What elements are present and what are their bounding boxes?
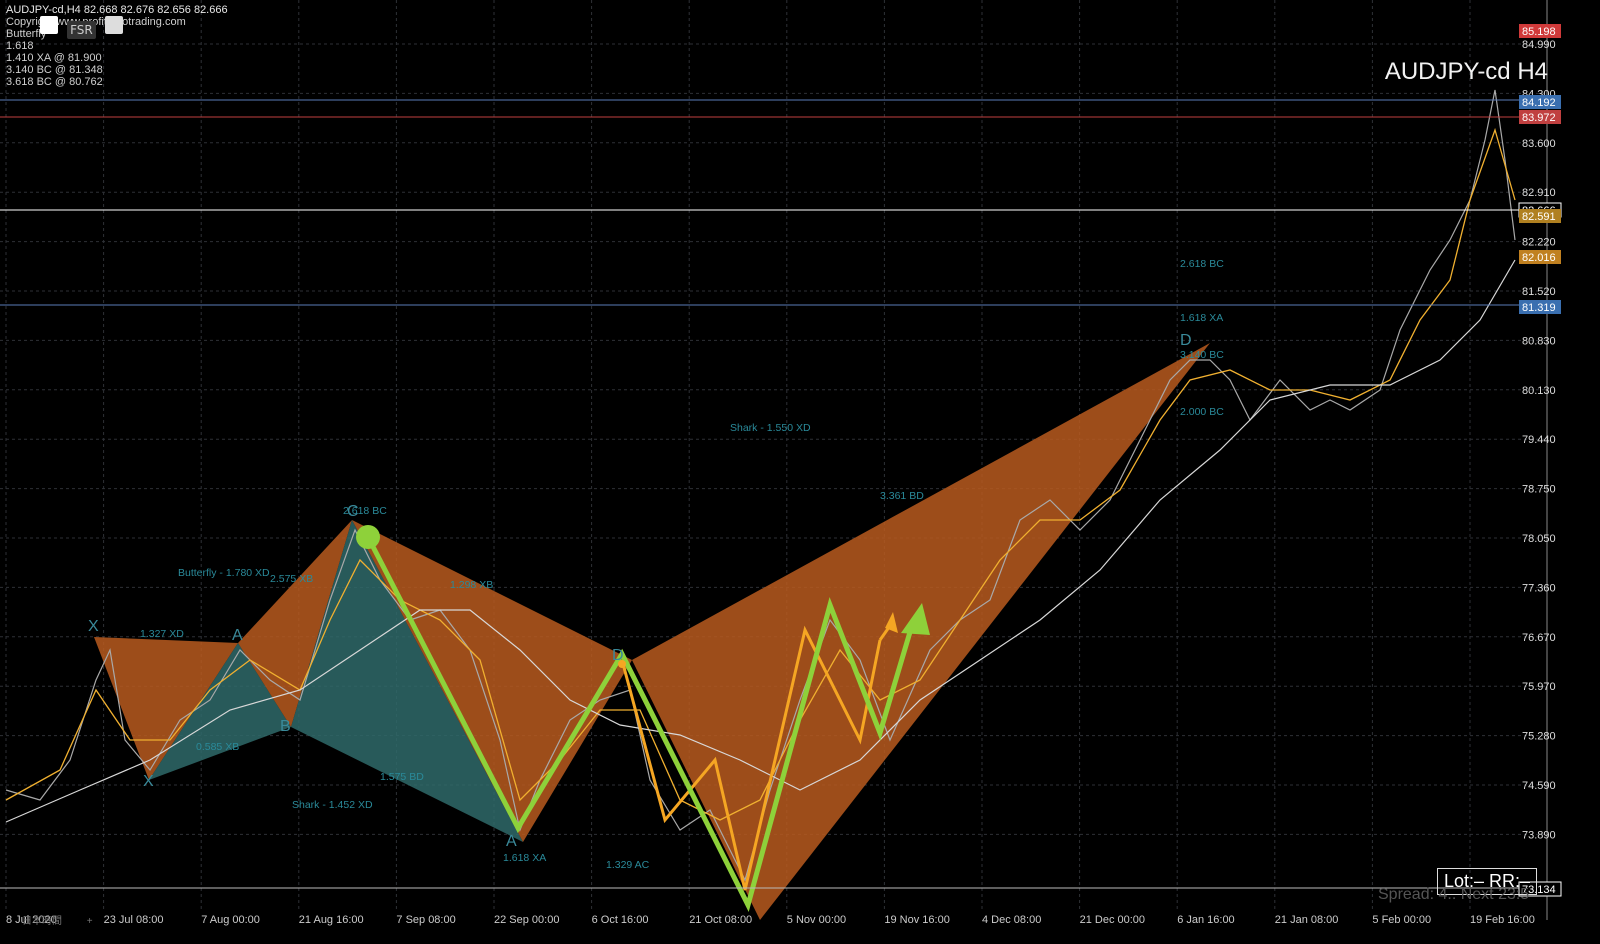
price-tick: 74.590 [1522,780,1556,792]
chart-toolbar: FSR [40,16,127,39]
spread-label: Spread: 4.. Next 23:5 [1378,886,1530,903]
toolbar-fsr-label[interactable]: FSR [67,21,96,39]
pattern-point-label: A [232,627,243,644]
toolbar-square-icon[interactable] [104,16,123,34]
pattern-annotation: 1.329 AC [606,859,650,871]
pattern-annotation: 2.618 BC [1180,258,1224,270]
level-4: 3.618 BC @ 80.762 [6,76,103,88]
price-tick: 78.050 [1522,533,1556,545]
price-tick: 81.520 [1522,286,1556,298]
pattern-point-label: C [347,503,359,520]
price-marker-label: 84.192 [1522,97,1556,109]
chart-title: AUDJPY-cd H4 [1384,58,1548,85]
price-chart[interactable]: Butterfly - 1.780 XD 2.575 XB 1.327 XD 0.58… [0,0,1600,944]
price-tick: 78.750 [1522,484,1556,496]
pivot-dot-large [356,525,380,549]
symbol-line: AUDJPY-cd,H4 82.668 82.676 82.656 82.666 [6,4,228,16]
pattern-point-label: D [1180,332,1192,349]
pattern-annotation: Shark - 1.550 XD [730,422,811,434]
price-marker-label: 82.016 [1522,252,1556,264]
price-tick: 80.130 [1522,385,1556,397]
pattern-point-label: X [88,618,99,635]
price-tick: 80.830 [1522,335,1556,347]
pattern-annotation: 2.575 XB [270,573,313,585]
pattern-annotation: 1.327 XD [140,628,184,640]
pattern-point-label: X [143,773,154,790]
pattern-annotation: Shark - 1.452 XD [292,799,373,811]
pattern-annotation: 2.000 BC [1180,406,1224,418]
flag-icon[interactable] [40,16,58,34]
pattern-annotation: 0.585 XB [196,741,239,753]
pattern-annotation: 1.298 XB [450,579,493,591]
price-marker-label: 83.972 [1522,112,1556,124]
pattern-point-label: A [506,833,517,850]
pattern-point-label: D [612,647,624,664]
price-tick: 77.360 [1522,582,1556,594]
price-tick: 82.910 [1522,187,1556,199]
add-tab-button[interactable]: + [87,916,93,927]
pattern-annotation: 3.361 BD [880,490,924,502]
level-1: 1.618 [6,40,34,52]
price-marker-label: 82.591 [1522,211,1556,223]
price-marker-label: 81.319 [1522,302,1556,314]
price-marker-label: 85.198 [1522,26,1556,38]
tab-timezone[interactable]: 日本時間 [22,916,62,927]
pattern-annotation: 3.140 BC [1180,349,1224,361]
pattern-annotation: 1.575 BD [380,771,424,783]
pattern-annotation: 1.618 XA [503,852,546,864]
price-tick: 76.670 [1522,632,1556,644]
price-tick: 79.440 [1522,434,1556,446]
price-tick: 75.280 [1522,731,1556,743]
pattern-annotation: Butterfly - 1.780 XD [178,567,270,579]
price-tick: 73.890 [1522,829,1556,841]
level-3: 3.140 BC @ 81.348 [6,64,103,76]
price-tick: 75.970 [1522,681,1556,693]
price-tick: 82.220 [1522,237,1556,249]
pattern-point-label: B [280,718,291,735]
level-2: 1.410 XA @ 81.900 [6,52,102,64]
price-tick: 83.600 [1522,138,1556,150]
price-tick: 84.990 [1522,39,1556,51]
pattern-annotation: 1.618 XA [1180,312,1223,324]
bottom-tabs: 日本時間 + [0,912,1550,927]
